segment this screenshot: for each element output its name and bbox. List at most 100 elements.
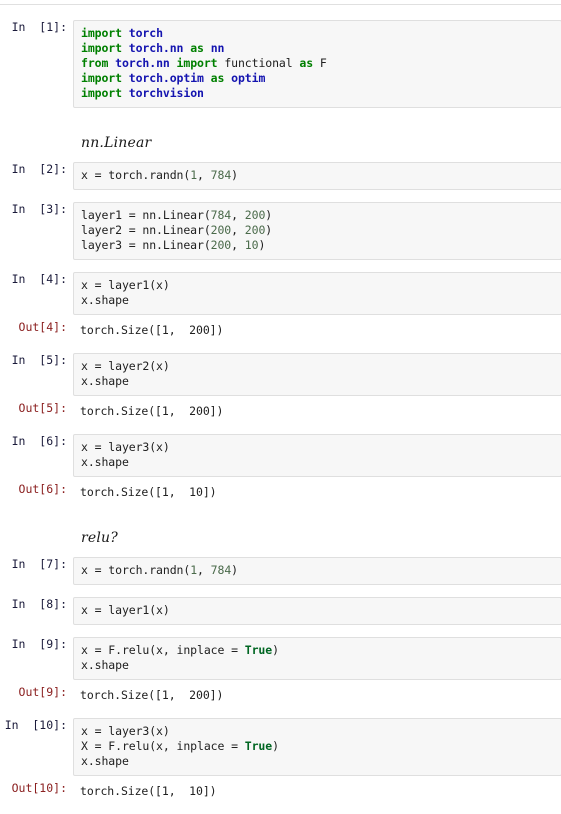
code-line: import torch.optim as optim bbox=[81, 71, 555, 86]
output-line: torch.Size([1, 10]) bbox=[80, 784, 217, 798]
code-editor[interactable]: import torch import torch.nn as nn from to… bbox=[73, 20, 561, 108]
code-cell[interactable]: In [8]: x = layer1(x) bbox=[0, 597, 561, 625]
markdown-cell[interactable]: relu? bbox=[0, 529, 561, 547]
code-token: 200 bbox=[210, 223, 232, 237]
code-token: x.shape bbox=[81, 754, 129, 768]
code-token: 784 bbox=[210, 168, 232, 182]
code-token: torch.nn bbox=[128, 41, 184, 55]
code-cell[interactable]: In [6]: x = layer3(x) x.shape bbox=[0, 434, 561, 477]
code-token: as bbox=[190, 41, 204, 55]
code-editor[interactable]: x = layer1(x) x.shape bbox=[73, 272, 561, 315]
code-cell[interactable]: In [5]: x = layer2(x) x.shape bbox=[0, 353, 561, 396]
code-token: layer3 = nn.Linear( bbox=[81, 238, 211, 252]
output-body: torch.Size([1, 200]) bbox=[73, 320, 561, 341]
code-token: 10 bbox=[244, 238, 259, 252]
code-token: torch bbox=[128, 26, 163, 40]
input-prompt: In [2]: bbox=[11, 162, 67, 176]
code-editor[interactable]: x = torch.randn(1, 784) bbox=[73, 162, 561, 190]
code-cell[interactable]: In [3]: layer1 = nn.Linear(784, 200) layer… bbox=[0, 202, 561, 260]
code-editor[interactable]: x = layer1(x) bbox=[73, 597, 561, 625]
code-line: import torch bbox=[81, 26, 555, 41]
code-token: 200 bbox=[210, 238, 232, 252]
code-cell[interactable]: In [4]: x = layer1(x) x.shape bbox=[0, 272, 561, 315]
code-token: , bbox=[231, 223, 245, 237]
code-editor[interactable]: x = layer2(x) x.shape bbox=[73, 353, 561, 396]
output-cell: Out[4]: torch.Size([1, 200]) bbox=[0, 320, 561, 341]
code-line: x = torch.randn(1, 784) bbox=[81, 168, 555, 183]
code-cell[interactable]: In [2]: x = torch.randn(1, 784) bbox=[0, 162, 561, 190]
output-cell: Out[10]: torch.Size([1, 10]) bbox=[0, 781, 561, 802]
code-editor[interactable]: x = layer3(x) x.shape bbox=[73, 434, 561, 477]
code-editor[interactable]: x = F.relu(x, inplace = True) x.shape bbox=[73, 637, 561, 680]
code-token: torch.nn bbox=[115, 56, 170, 70]
code-token: x = layer2(x) bbox=[81, 359, 170, 373]
code-token: ) bbox=[272, 643, 279, 657]
code-cell[interactable]: In [10]: x = layer3(x) X = F.relu(x, inpla… bbox=[0, 718, 561, 776]
output-cell: Out[6]: torch.Size([1, 10]) bbox=[0, 482, 561, 503]
code-cell[interactable]: In [1]: import torch import torch.nn as nn… bbox=[0, 20, 561, 108]
code-cell[interactable]: In [7]: x = torch.randn(1, 784) bbox=[0, 557, 561, 585]
markdown-prompt-spacer bbox=[0, 134, 73, 152]
markdown-body: relu? bbox=[73, 529, 561, 547]
code-token: x = torch.randn( bbox=[81, 563, 191, 577]
code-token: x.shape bbox=[81, 293, 129, 307]
input-prompt: In [8]: bbox=[11, 597, 67, 611]
markdown-heading: relu? bbox=[81, 530, 118, 546]
notebook-container: In [1]: import torch import torch.nn as nn… bbox=[0, 0, 561, 814]
code-editor[interactable]: x = layer3(x) X = F.relu(x, inplace = Tru… bbox=[73, 718, 561, 776]
output-line: torch.Size([1, 200]) bbox=[80, 323, 224, 337]
code-line: x = layer3(x) bbox=[81, 440, 555, 455]
code-line: layer2 = nn.Linear(200, 200) bbox=[81, 223, 555, 238]
output-cell: Out[9]: torch.Size([1, 200]) bbox=[0, 685, 561, 706]
code-editor[interactable]: x = torch.randn(1, 784) bbox=[73, 557, 561, 585]
markdown-body: nn.Linear bbox=[73, 134, 561, 152]
code-token: functional bbox=[217, 56, 300, 70]
output-prompt: Out[4]: bbox=[18, 320, 67, 334]
code-line: X = F.relu(x, inplace = True) bbox=[81, 739, 555, 754]
code-token: X = F.relu(x, inplace = bbox=[81, 739, 245, 753]
code-line: x.shape bbox=[81, 658, 555, 673]
input-prompt: In [4]: bbox=[11, 272, 67, 286]
code-editor[interactable]: layer1 = nn.Linear(784, 200) layer2 = nn.… bbox=[73, 202, 561, 260]
code-token: layer1 = nn.Linear( bbox=[81, 208, 211, 222]
code-token: x = layer3(x) bbox=[81, 724, 170, 738]
input-prompt: In [6]: bbox=[11, 434, 67, 448]
code-token: import bbox=[81, 71, 122, 85]
code-token: True bbox=[244, 739, 273, 753]
code-token: F bbox=[313, 56, 327, 70]
code-token: ) bbox=[258, 238, 266, 252]
code-token: ) bbox=[231, 563, 238, 577]
top-divider bbox=[0, 4, 561, 5]
code-token: , bbox=[231, 238, 245, 252]
code-cell[interactable]: In [9]: x = F.relu(x, inplace = True) x.sh… bbox=[0, 637, 561, 680]
code-token: import bbox=[81, 41, 122, 55]
output-body: torch.Size([1, 200]) bbox=[73, 401, 561, 422]
input-prompt: In [3]: bbox=[11, 202, 67, 216]
input-prompt: In [10]: bbox=[4, 718, 67, 732]
output-body: torch.Size([1, 10]) bbox=[73, 781, 561, 802]
code-token: from bbox=[81, 56, 109, 70]
notebook-cell-list: In [1]: import torch import torch.nn as nn… bbox=[0, 0, 561, 814]
code-line: x = F.relu(x, inplace = True) bbox=[81, 643, 555, 658]
markdown-heading: nn.Linear bbox=[81, 135, 152, 151]
input-prompt: In [9]: bbox=[11, 637, 67, 651]
code-line: x = layer1(x) bbox=[81, 278, 555, 293]
markdown-cell[interactable]: nn.Linear bbox=[0, 134, 561, 152]
code-line: layer1 = nn.Linear(784, 200) bbox=[81, 208, 555, 223]
code-token: True bbox=[244, 643, 273, 657]
